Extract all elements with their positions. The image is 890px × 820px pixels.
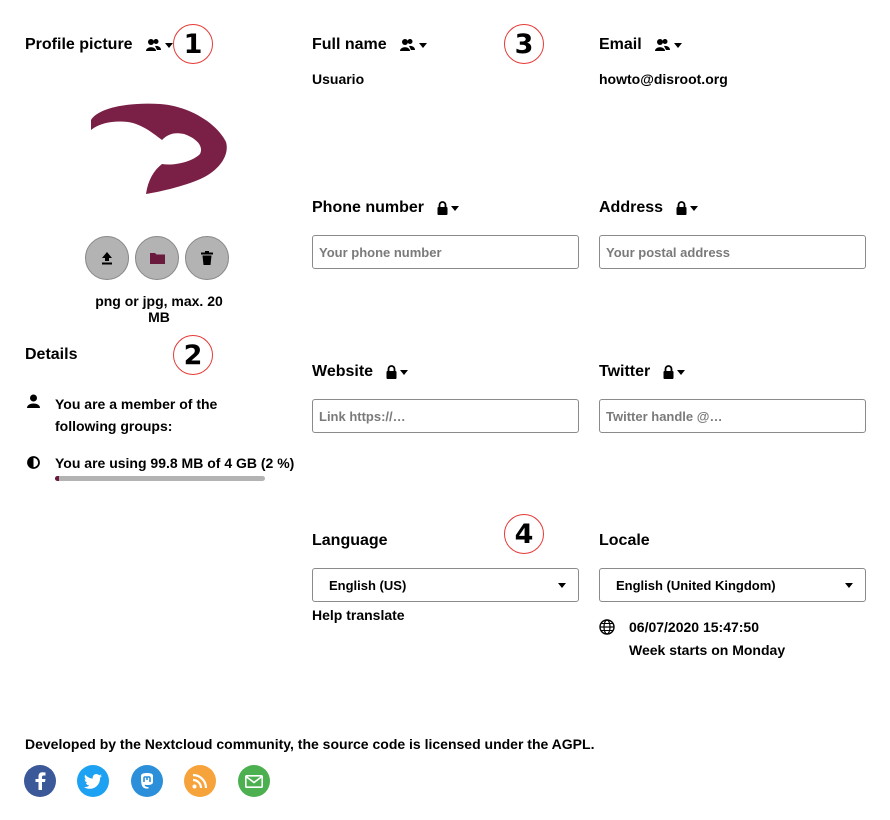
locale-label: Locale: [599, 532, 650, 549]
contacts-icon: [145, 39, 161, 51]
quota-progress-bar: [55, 476, 265, 481]
chevron-down-icon: [164, 42, 173, 48]
chevron-down-icon: [400, 369, 409, 375]
profile-picture-header: Profile picture: [25, 36, 173, 54]
upload-icon: [102, 252, 112, 265]
twitter-label: Twitter: [599, 363, 651, 380]
chevron-down-icon: [690, 205, 699, 211]
mastodon-icon: [141, 773, 153, 789]
lock-icon: [437, 201, 448, 215]
email-visibility-dropdown[interactable]: [654, 38, 682, 52]
fullname-value[interactable]: Usuario: [312, 71, 364, 87]
week-start: Week starts on Monday: [629, 642, 786, 658]
fullname-header: Full name: [312, 36, 427, 54]
twitter-header: Twitter: [599, 363, 686, 381]
lock-icon: [663, 365, 674, 379]
details-title: Details: [25, 346, 78, 363]
chevron-down-icon: [673, 42, 682, 48]
lock-icon: [676, 201, 687, 215]
facebook-icon: [35, 772, 46, 790]
website-label: Website: [312, 363, 374, 380]
email-value[interactable]: howto@disroot.org: [599, 71, 728, 87]
fullname-visibility-dropdown[interactable]: [399, 38, 427, 52]
avatar: [91, 103, 227, 194]
website-input[interactable]: [312, 399, 579, 433]
choose-from-files-button[interactable]: [135, 236, 179, 280]
annotation-badge-4: 4: [504, 514, 544, 554]
locale-select[interactable]: English (United Kingdom): [599, 568, 866, 602]
folder-icon: [149, 253, 165, 264]
quota-text: You are using 99.8 MB of 4 GB (2 %): [55, 455, 295, 471]
phone-input[interactable]: [312, 235, 579, 269]
website-visibility-dropdown[interactable]: [386, 365, 409, 379]
mastodon-link[interactable]: [131, 765, 163, 797]
trash-icon: [201, 251, 213, 265]
remove-picture-button[interactable]: [185, 236, 229, 280]
address-header: Address: [599, 199, 699, 217]
contacts-icon: [654, 39, 670, 51]
profile-visibility-dropdown[interactable]: [145, 38, 173, 52]
website-header: Website: [312, 363, 409, 381]
chevron-down-icon: [418, 42, 427, 48]
language-selected: English (US): [329, 577, 407, 593]
lock-icon: [386, 365, 397, 379]
fullname-label: Full name: [312, 36, 387, 53]
globe-icon: [599, 619, 615, 635]
phone-header: Phone number: [312, 199, 460, 217]
locale-selected: English (United Kingdom): [616, 577, 776, 593]
twitter-visibility-dropdown[interactable]: [663, 365, 686, 379]
rss-icon: [192, 773, 208, 789]
profile-picture-title: Profile picture: [25, 36, 133, 53]
picture-format-hint: png or jpg, max. 20 MB: [95, 293, 223, 325]
help-translate-link[interactable]: Help translate: [312, 607, 405, 623]
language-label: Language: [312, 532, 388, 549]
address-input[interactable]: [599, 235, 866, 269]
contacts-icon: [399, 39, 415, 51]
quota-pie-icon: [27, 456, 40, 469]
twitter-input[interactable]: [599, 399, 866, 433]
chevron-down-icon: [451, 205, 460, 211]
user-icon: [27, 394, 40, 408]
chevron-down-icon: [677, 369, 686, 375]
footer-text: Developed by the Nextcloud community, th…: [25, 736, 595, 752]
quota-progress-fill: [55, 476, 60, 481]
email-header: Email: [599, 36, 682, 54]
chevron-down-icon: [845, 582, 853, 588]
twitter-link[interactable]: [77, 765, 109, 797]
email-label: Email: [599, 36, 642, 53]
chevron-down-icon: [558, 582, 566, 588]
address-visibility-dropdown[interactable]: [676, 201, 699, 215]
twitter-icon: [84, 773, 102, 789]
locale-time: 06/07/2020 15:47:50: [629, 619, 759, 635]
language-select[interactable]: English (US): [312, 568, 579, 602]
address-label: Address: [599, 199, 664, 216]
phone-label: Phone number: [312, 199, 425, 216]
facebook-link[interactable]: [24, 765, 56, 797]
upload-button[interactable]: [85, 236, 129, 280]
mail-link[interactable]: [238, 765, 270, 797]
mail-icon: [245, 774, 263, 788]
annotation-badge-3: 3: [504, 24, 544, 64]
annotation-badge-2: 2: [173, 335, 213, 375]
annotation-badge-1: 1: [173, 24, 213, 64]
rss-link[interactable]: [184, 765, 216, 797]
groups-text: You are a member of the following groups…: [55, 396, 218, 434]
phone-visibility-dropdown[interactable]: [437, 201, 460, 215]
